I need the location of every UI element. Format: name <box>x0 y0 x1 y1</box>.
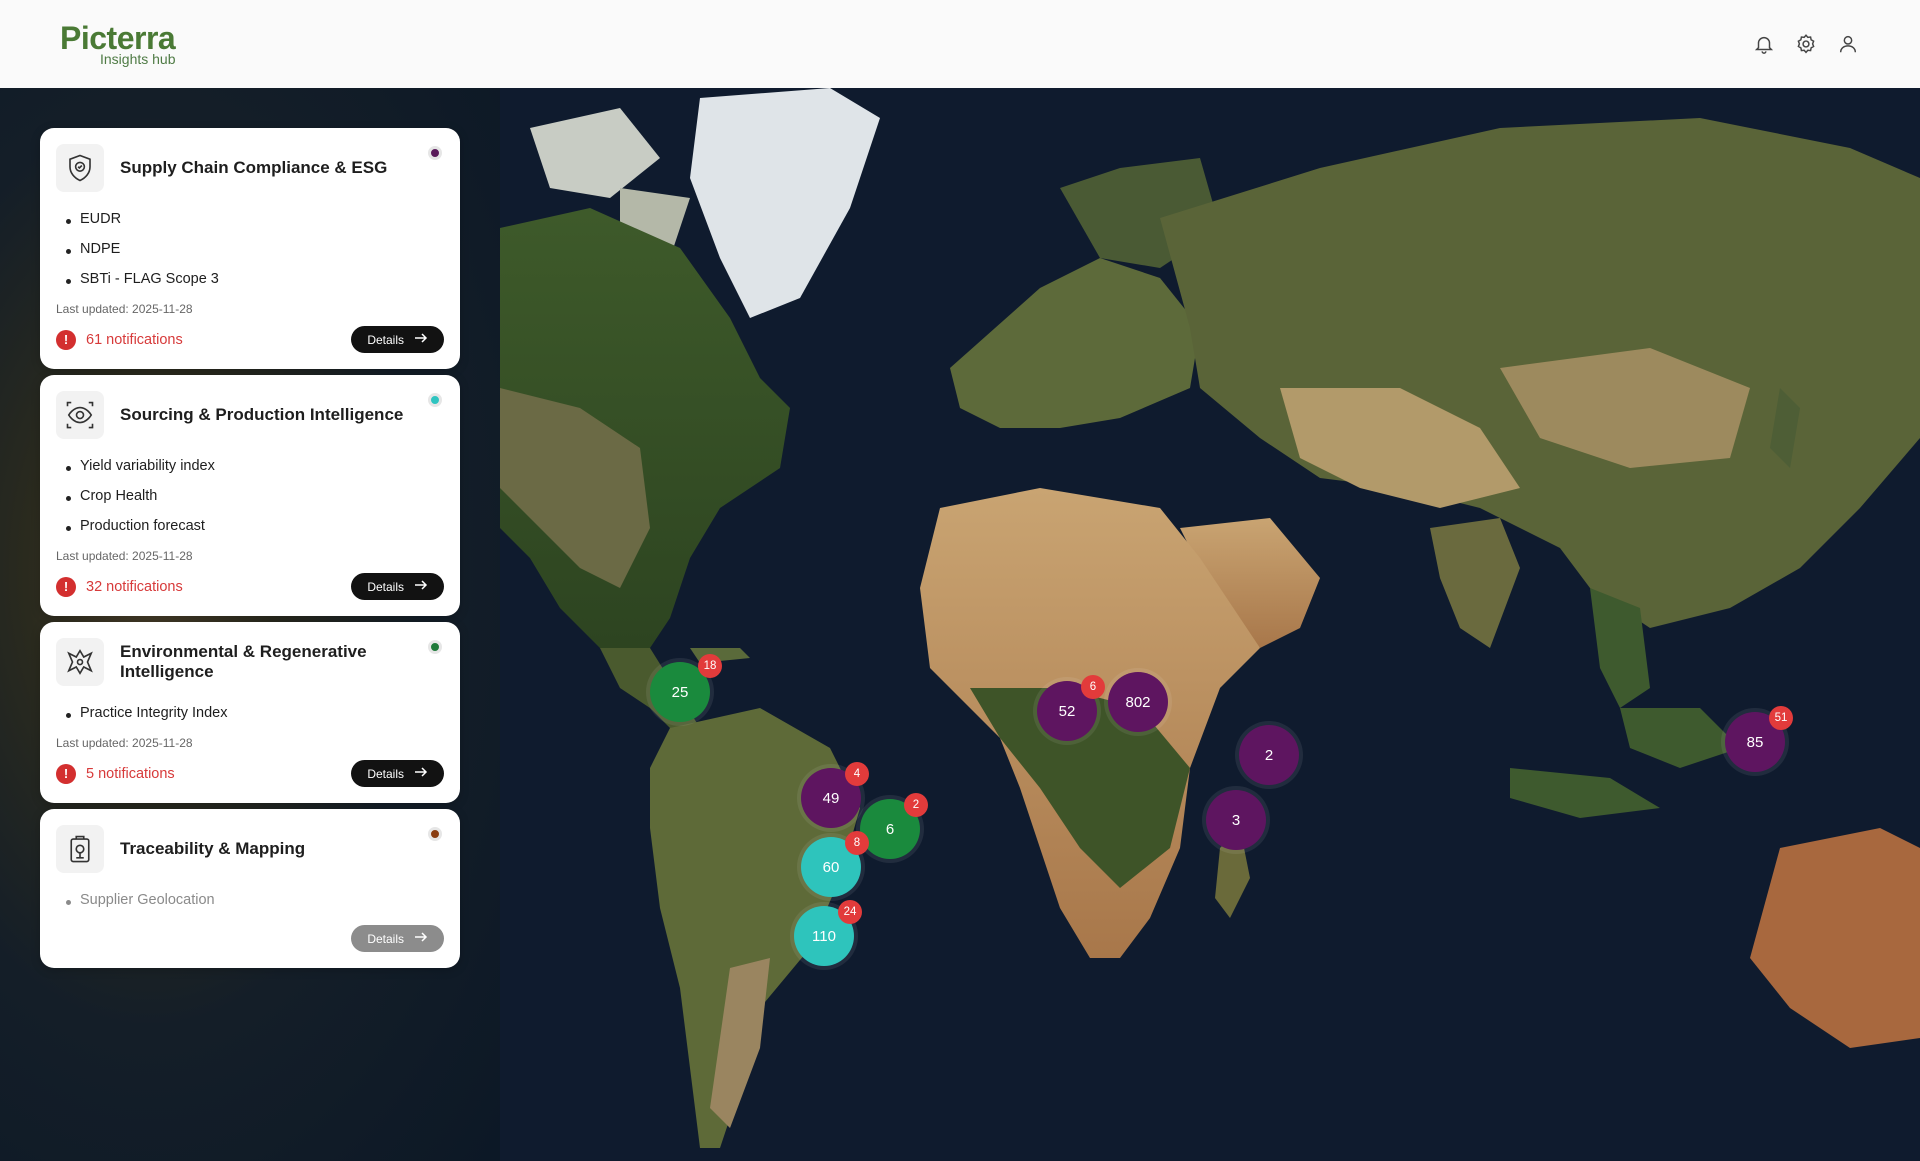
details-label: Details <box>367 579 404 594</box>
map-marker[interactable]: 85 51 <box>1725 706 1793 772</box>
marker-count: 60 <box>822 858 840 876</box>
arrow-right-icon <box>414 579 428 594</box>
marker-badge: 18 <box>698 654 722 678</box>
details-label: Details <box>367 766 404 781</box>
map-marker[interactable]: 110 24 <box>794 900 862 966</box>
leaf-network-icon <box>56 638 104 686</box>
arrow-right-icon <box>414 931 428 946</box>
user-icon[interactable] <box>1836 32 1860 56</box>
last-updated: Last updated: 2025-11-28 <box>56 549 193 563</box>
card-item-list: Practice Integrity Index <box>66 698 444 728</box>
marker-count: 52 <box>1058 702 1076 720</box>
marker-badge: 6 <box>1081 675 1105 699</box>
details-button[interactable]: Details <box>351 925 444 952</box>
details-label: Details <box>367 931 404 946</box>
marker-count: 110 <box>812 927 836 945</box>
status-dot <box>428 393 442 407</box>
alert-icon: ! <box>56 763 76 784</box>
marker-count: 3 <box>1231 811 1241 829</box>
app-header: Picterra Insights hub <box>0 0 1920 88</box>
card-sourcing-production: Sourcing & Production Intelligence Yield… <box>40 375 460 616</box>
logo-subtitle: Insights hub <box>100 51 176 67</box>
arrow-right-icon <box>414 766 428 781</box>
map-landmasses <box>500 88 1920 1148</box>
list-item: Yield variability index <box>66 451 444 481</box>
card-supply-chain: Supply Chain Compliance & ESG EUDR NDPE … <box>40 128 460 369</box>
arrow-right-icon <box>414 332 428 347</box>
clipboard-map-icon <box>56 825 104 873</box>
marker-badge: 24 <box>838 900 862 924</box>
marker-badge: 51 <box>1769 706 1793 730</box>
map-marker[interactable]: 49 4 <box>801 762 869 828</box>
map-marker[interactable]: 60 8 <box>801 831 869 897</box>
details-button[interactable]: Details <box>351 573 444 600</box>
marker-count: 49 <box>822 789 840 807</box>
notification-text: 61 notifications <box>86 331 183 348</box>
map-marker[interactable]: 3 <box>1206 790 1266 850</box>
list-item: Production forecast <box>66 511 444 541</box>
details-label: Details <box>367 332 404 347</box>
card-title: Supply Chain Compliance & ESG <box>120 157 388 177</box>
card-traceability: Traceability & Mapping Supplier Geolocat… <box>40 809 460 968</box>
card-environmental: Environmental & Regenerative Intelligenc… <box>40 622 460 803</box>
list-item: Supplier Geolocation <box>66 885 444 915</box>
marker-count: 25 <box>671 683 689 701</box>
notification-count[interactable]: ! 61 notifications <box>56 329 183 350</box>
card-title: Environmental & Regenerative Intelligenc… <box>120 641 367 681</box>
bell-icon[interactable] <box>1752 32 1776 56</box>
list-item: SBTi - FLAG Scope 3 <box>66 264 444 294</box>
logo-text: Picterra <box>60 20 176 56</box>
marker-badge: 4 <box>845 762 869 786</box>
card-item-list: Supplier Geolocation <box>66 885 444 915</box>
list-item: Practice Integrity Index <box>66 698 444 728</box>
world-map[interactable]: 25 18 52 6 802 2 3 85 51 49 4 6 2 60 8 1… <box>500 88 1920 1161</box>
list-item: EUDR <box>66 204 444 234</box>
marker-badge: 2 <box>904 793 928 817</box>
marker-count: 6 <box>885 820 895 838</box>
gear-icon[interactable] <box>1794 32 1818 56</box>
notification-text: 5 notifications <box>86 765 175 782</box>
map-marker[interactable]: 25 18 <box>650 654 722 722</box>
list-item: Crop Health <box>66 481 444 511</box>
card-title: Traceability & Mapping <box>120 838 306 858</box>
card-item-list: Yield variability index Crop Health Prod… <box>66 451 444 541</box>
status-dot <box>428 146 442 160</box>
notification-text: 32 notifications <box>86 578 183 595</box>
notification-count[interactable]: ! 32 notifications <box>56 576 183 597</box>
marker-badge: 8 <box>845 831 869 855</box>
map-marker[interactable]: 802 <box>1108 672 1168 732</box>
map-marker[interactable]: 52 6 <box>1037 675 1105 741</box>
alert-icon: ! <box>56 329 76 350</box>
header-icons <box>1752 32 1860 56</box>
last-updated: Last updated: 2025-11-28 <box>56 302 193 316</box>
notification-count[interactable]: ! 5 notifications <box>56 763 175 784</box>
alert-icon: ! <box>56 576 76 597</box>
status-dot <box>428 827 442 841</box>
marker-count: 2 <box>1264 746 1274 764</box>
map-marker[interactable]: 2 <box>1239 725 1299 785</box>
last-updated: Last updated: 2025-11-28 <box>56 736 193 750</box>
marker-count: 85 <box>1746 733 1764 751</box>
picterra-logo[interactable]: Picterra Insights hub <box>60 22 176 66</box>
details-button[interactable]: Details <box>351 760 444 787</box>
card-title: Sourcing & Production Intelligence <box>120 404 404 424</box>
map-marker[interactable]: 6 2 <box>860 793 928 859</box>
list-item: NDPE <box>66 234 444 264</box>
status-dot <box>428 640 442 654</box>
eye-scan-icon <box>56 391 104 439</box>
card-item-list: EUDR NDPE SBTi - FLAG Scope 3 <box>66 204 444 294</box>
details-button[interactable]: Details <box>351 326 444 353</box>
marker-count: 802 <box>1125 693 1151 711</box>
shield-icon <box>56 144 104 192</box>
